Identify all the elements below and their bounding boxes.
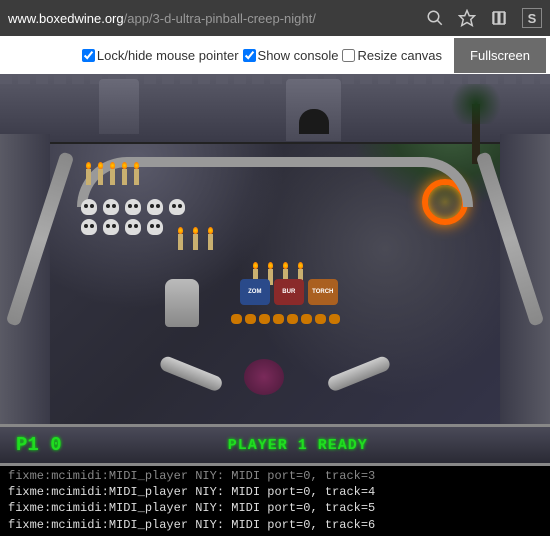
skull-icon [147,219,163,235]
castle-gate-tower [286,79,341,141]
console-line: fixme:mcimidi:MIDI_player NIY: MIDI port… [8,500,542,516]
target-orange: TORCH [308,279,338,305]
url-bar[interactable]: www.boxedwine.org/app/3-d-ultra-pinball-… [8,11,414,26]
skull-icon [103,219,119,235]
game-status: PLAYER 1 READY [62,437,534,454]
browser-actions: S [426,8,542,28]
game-canvas[interactable]: ZOM BUR TORCH [0,74,550,424]
skull-icon [147,199,163,215]
skull-icon [103,199,119,215]
url-domain: www.boxedwine.org [8,11,124,26]
right-flipper [326,355,392,393]
search-icon[interactable] [426,9,444,27]
resize-canvas-label: Resize canvas [357,48,442,63]
pumpkin-icon [315,314,326,324]
target-blue: ZOM [240,279,270,305]
lock-pointer-input[interactable] [82,49,95,62]
favorite-icon[interactable] [458,9,476,27]
left-flipper [158,355,224,393]
console-line: fixme:mcimidi:MIDI_player NIY: MIDI port… [8,484,542,500]
console-line: fixme:mcimidi:MIDI_player NIY: MIDI port… [8,468,542,484]
center-skull-target [244,359,284,395]
skull-icon [169,199,185,215]
console-output[interactable]: fixme:mcimidi:MIDI_player NIY: MIDI port… [0,466,550,536]
target-red: BUR [274,279,304,305]
app-toolbar: Lock/hide mouse pointer Show console Res… [0,36,550,74]
skull-icon [81,199,97,215]
pumpkin-icon [231,314,242,324]
candle-row [86,169,139,185]
candle-icon [86,169,91,185]
pumpkin-icon [301,314,312,324]
skull-icon [125,219,141,235]
url-path: /app/3-d-ultra-pinball-creep-night/ [124,11,316,26]
game-container: ZOM BUR TORCH P1 0 PLAYER 1 READY [0,74,550,466]
candle-icon [110,169,115,185]
pumpkin-icon [259,314,270,324]
skull-icon [81,219,97,235]
candle-icon [98,169,103,185]
show-console-label: Show console [258,48,339,63]
skull-icon [125,199,141,215]
candle-icon [122,169,127,185]
skull-row [81,199,185,215]
pumpkin-icon [245,314,256,324]
player-score: P1 0 [16,434,62,456]
pumpkin-icon [273,314,284,324]
resize-canvas-checkbox[interactable]: Resize canvas [342,48,442,63]
target-cluster: ZOM BUR TORCH [240,279,338,305]
candle-row-2 [178,234,213,250]
candle-icon [134,169,139,185]
console-line: fixme:mcimidi:MIDI_player NIY: MIDI port… [8,517,542,533]
playfield: ZOM BUR TORCH [55,149,495,384]
candle-icon [208,234,213,250]
reader-icon[interactable] [490,9,508,27]
pumpkin-icon [287,314,298,324]
show-console-checkbox[interactable]: Show console [243,48,339,63]
resize-canvas-input[interactable] [342,49,355,62]
browser-address-bar: www.boxedwine.org/app/3-d-ultra-pinball-… [0,0,550,36]
skull-row-2 [81,219,398,235]
lock-pointer-label: Lock/hide mouse pointer [97,48,239,63]
gargoyle-statue [165,279,199,327]
candle-icon [178,234,183,250]
pumpkin-icon [329,314,340,324]
lock-pointer-checkbox[interactable]: Lock/hide mouse pointer [82,48,239,63]
fullscreen-button[interactable]: Fullscreen [454,38,546,73]
castle-tower [99,79,139,134]
extension-s-icon[interactable]: S [522,8,542,28]
candle-icon [193,234,198,250]
show-console-input[interactable] [243,49,256,62]
pumpkin-row [231,314,340,324]
score-bar: P1 0 PLAYER 1 READY [0,424,550,466]
